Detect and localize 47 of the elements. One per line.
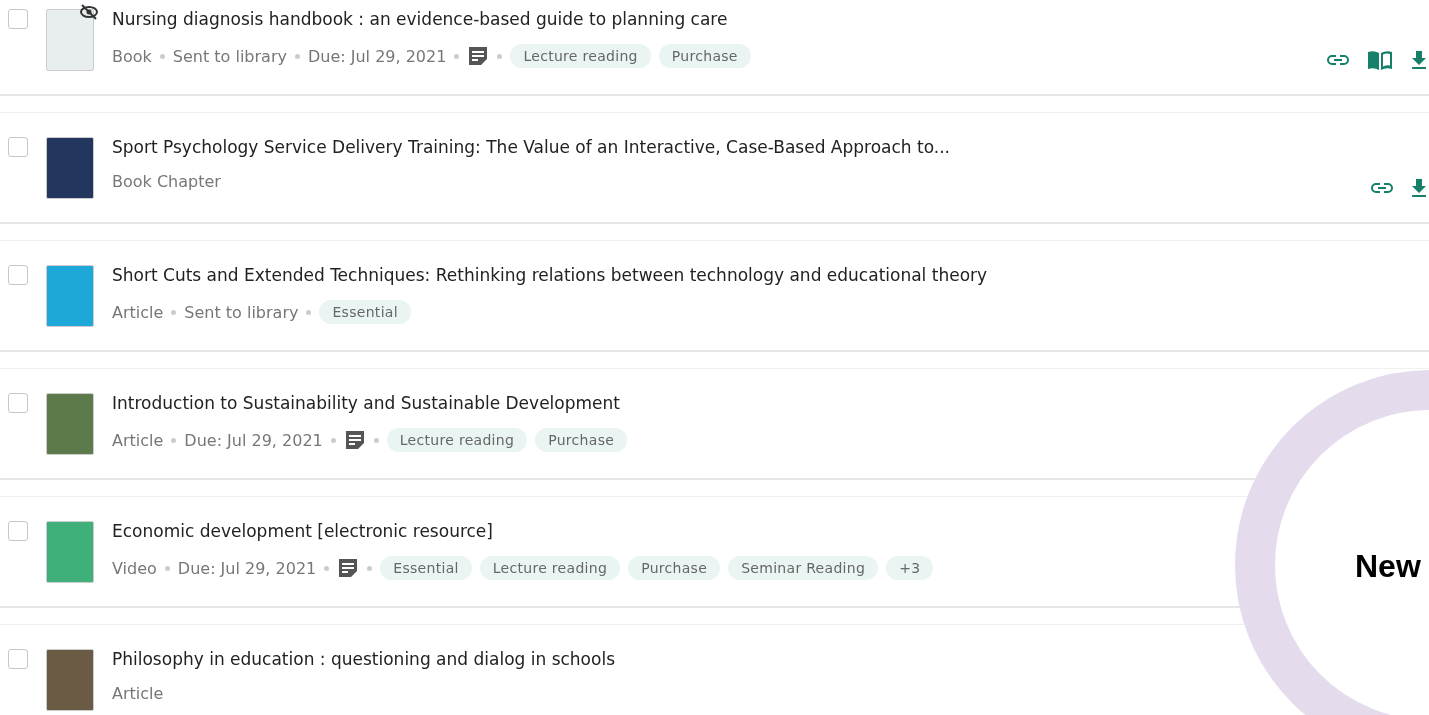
item-title[interactable]: Sport Psychology Service Delivery Training: The Value of an Interactive, Case-Based Approach to...: [112, 137, 950, 157]
item-checkbox[interactable]: [8, 9, 28, 29]
note-icon: [467, 45, 490, 67]
link-button[interactable]: [1371, 182, 1393, 194]
item-checkbox[interactable]: [8, 393, 28, 413]
link-icon: [1371, 182, 1393, 194]
item-meta-text: Book: [112, 46, 152, 66]
tag-chip: Purchase: [628, 556, 721, 580]
tag-chip: Purchase: [535, 428, 628, 452]
item-meta-text: Due: Jul 29, 2021: [177, 558, 317, 578]
item-meta-text: Due: Jul 29, 2021: [184, 430, 323, 450]
read-button[interactable]: [1367, 50, 1393, 70]
item-meta-text: Article: [112, 302, 164, 322]
note-icon: [337, 557, 360, 579]
item-meta-text: Sent to library: [184, 302, 299, 322]
item-title[interactable]: Introduction to Sustainability and Sustainable Development: [112, 393, 620, 413]
tag-chip: Lecture reading: [479, 556, 621, 580]
item-title[interactable]: Short Cuts and Extended Techniques: Rethinking relations between technology and educational theory: [112, 265, 988, 285]
book-icon: [1367, 50, 1393, 70]
download-icon: [1411, 178, 1427, 198]
item-checkbox[interactable]: [8, 521, 28, 541]
download-icon: [1411, 50, 1427, 70]
tag-chip: +3: [886, 556, 934, 580]
item-meta-text: Due: Jul 29, 2021: [307, 46, 447, 66]
tag-chip: Purchase: [658, 44, 751, 68]
item-meta-text: Article: [112, 430, 164, 450]
item-meta-text: Article: [112, 684, 164, 703]
link-button[interactable]: [1327, 54, 1349, 66]
tag-chip: Essential: [380, 556, 472, 580]
item-checkbox[interactable]: [8, 649, 28, 669]
item-meta-text: Book Chapter: [112, 172, 221, 191]
new-label: New: [1355, 548, 1421, 585]
item-checkbox[interactable]: [8, 265, 28, 285]
tag-chip: Lecture reading: [386, 428, 528, 452]
tag-chip: Lecture reading: [510, 44, 651, 68]
tag-chip: Seminar Reading: [728, 556, 879, 580]
item-checkbox[interactable]: [8, 137, 28, 157]
item-meta-text: Video: [112, 558, 157, 578]
note-icon: [343, 429, 366, 451]
link-icon: [1327, 54, 1349, 66]
tag-chip: Essential: [319, 300, 411, 324]
item-title[interactable]: Nursing diagnosis handbook : an evidence-based guide to planning care: [112, 9, 728, 29]
item-title[interactable]: Philosophy in education : questioning and dialog in schools: [112, 649, 615, 669]
item-meta-text: Sent to library: [172, 46, 287, 66]
item-title[interactable]: Economic development [electronic resource]: [112, 521, 493, 541]
download-button[interactable]: [1411, 50, 1427, 70]
download-button[interactable]: [1411, 178, 1427, 198]
